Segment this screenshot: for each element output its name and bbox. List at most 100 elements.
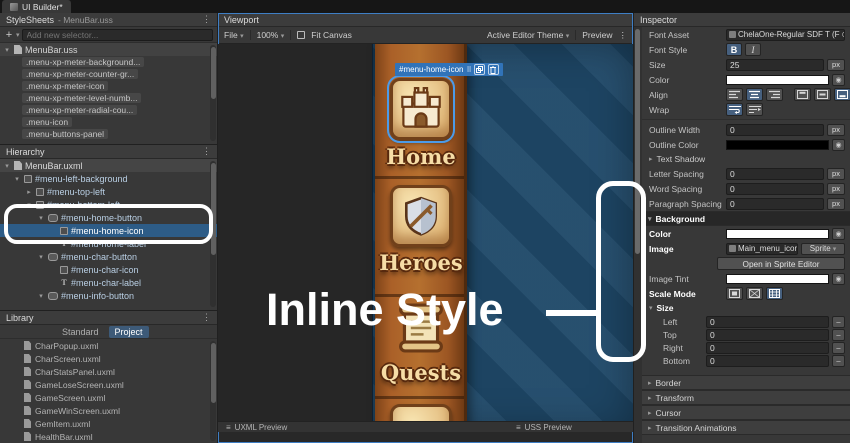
hierarchy-menu-icon[interactable]: ⋮ <box>202 146 211 157</box>
color-swatch[interactable] <box>726 75 829 85</box>
uxml-preview-bar[interactable]: ≡ UXML Preview <box>218 421 508 432</box>
expander-icon[interactable]: ▸ <box>25 188 33 196</box>
word-spacing-unit-dropdown[interactable]: px <box>827 183 845 195</box>
eyedropper-icon[interactable]: ◉ <box>832 273 845 285</box>
expander-icon[interactable]: ▾ <box>25 201 33 209</box>
outline-color-swatch[interactable] <box>726 140 829 150</box>
library-item[interactable]: CharScreen.uxml <box>0 352 217 365</box>
scrollbar-thumb[interactable] <box>211 47 216 99</box>
drag-handle-icon[interactable]: ⠿ <box>466 66 470 74</box>
image-type-dropdown[interactable]: Sprite ▾ <box>801 243 845 255</box>
background-image-field[interactable]: Main_menu_icor ⊙ <box>726 243 798 255</box>
home-label[interactable]: Home <box>375 144 467 169</box>
hierarchy-row-home-button[interactable]: ▾ #menu-home-button <box>0 211 217 224</box>
hierarchy-row[interactable]: ▾ #menu-bottom-left <box>0 198 217 211</box>
inspector-scrollbar[interactable] <box>634 27 642 443</box>
selection-overlay-header[interactable]: #menu-home-icon ⠿ <box>395 63 503 76</box>
transform-section-header[interactable]: ▸ Transform <box>642 390 850 405</box>
hierarchy-row[interactable]: #menu-char-icon <box>0 263 217 276</box>
delete-icon[interactable] <box>488 64 499 75</box>
scale-mode-fit-button[interactable] <box>746 287 763 300</box>
size-unit-dropdown[interactable]: px <box>827 59 845 71</box>
game-canvas[interactable]: #menu-home-icon ⠿ <box>372 44 633 432</box>
transition-animations-section-header[interactable]: ▸ Transition Animations <box>642 420 850 435</box>
align-right-button[interactable] <box>766 88 783 101</box>
paragraph-spacing-unit-dropdown[interactable]: px <box>827 198 845 210</box>
uss-root-row[interactable]: ▾ MenuBar.uss <box>0 43 217 56</box>
text-shadow-foldout[interactable]: ▸ Text Shadow <box>642 152 850 166</box>
hierarchy-row[interactable]: T #menu-char-label <box>0 276 217 289</box>
italic-button[interactable]: I <box>745 43 761 56</box>
library-item[interactable]: CharStatsPanel.uxml <box>0 365 217 378</box>
hierarchy-scrollbar[interactable] <box>210 161 216 307</box>
uss-selector-row[interactable]: .menu-buttons-panel <box>0 128 217 140</box>
scrollbar-thumb[interactable] <box>635 29 640 254</box>
preview-toggle[interactable]: Preview <box>582 30 612 40</box>
uss-preview-bar[interactable]: ≡ USS Preview <box>508 421 633 432</box>
outline-width-input[interactable] <box>726 124 824 136</box>
theme-dropdown[interactable]: Active Editor Theme ▾ <box>487 30 569 40</box>
cursor-section-header[interactable]: ▸ Cursor <box>642 405 850 420</box>
library-item[interactable]: GameScreen.uxml <box>0 391 217 404</box>
word-spacing-input[interactable] <box>726 183 824 195</box>
bold-button[interactable]: B <box>726 43 742 56</box>
uss-selector-row[interactable]: .menu-xp-meter-level-numb... <box>0 92 217 104</box>
fit-canvas-button[interactable]: Fit Canvas <box>311 30 352 40</box>
letter-spacing-input[interactable] <box>726 168 824 180</box>
hierarchy-root-row[interactable]: ▾ MenuBar.uxml <box>0 159 217 172</box>
open-sprite-editor-button[interactable]: Open in Sprite Editor <box>717 257 845 270</box>
expander-icon[interactable]: ▾ <box>13 175 21 183</box>
slice-right-input[interactable] <box>706 342 829 354</box>
hierarchy-row[interactable]: T #menu-home-label <box>0 237 217 250</box>
align-middle-button[interactable] <box>814 88 831 101</box>
library-scrollbar[interactable] <box>210 341 216 441</box>
heroes-button[interactable] <box>390 185 452 247</box>
align-center-button[interactable] <box>746 88 763 101</box>
paragraph-spacing-input[interactable] <box>726 198 824 210</box>
library-item[interactable]: GemItem.uxml <box>0 417 217 430</box>
slice-size-foldout[interactable]: ▾ Size <box>642 301 850 315</box>
font-asset-field[interactable]: ChelaOne-Regular SDF T (F ⊙ <box>726 29 845 41</box>
add-selector-button[interactable]: + <box>4 29 14 41</box>
tab-standard[interactable]: Standard <box>56 326 105 338</box>
uss-selector-row[interactable]: .menu-icon <box>0 116 217 128</box>
expander-icon[interactable]: ▾ <box>3 162 11 170</box>
unit-dropdown-icon[interactable]: – <box>832 329 845 341</box>
expander-icon[interactable]: ▾ <box>37 292 45 300</box>
quests-button[interactable] <box>393 300 449 361</box>
file-menu[interactable]: File ▾ <box>224 30 244 40</box>
hierarchy-row[interactable]: ▾ #menu-left-background <box>0 172 217 185</box>
hierarchy-row[interactable]: ▾ #menu-char-button <box>0 250 217 263</box>
expander-icon[interactable]: ▾ <box>37 253 45 261</box>
uss-selector-row[interactable]: .menu-xp-meter-background... <box>0 56 217 68</box>
scale-mode-slice-button[interactable] <box>766 287 783 300</box>
add-selector-input[interactable] <box>22 29 213 41</box>
background-color-swatch[interactable] <box>726 229 829 239</box>
uss-selector-row[interactable]: .menu-xp-meter-counter-gr... <box>0 68 217 80</box>
heroes-label[interactable]: Heroes <box>375 250 467 275</box>
uss-selector-row[interactable]: .menu-xp-meter-radial-cou... <box>0 104 217 116</box>
zoom-dropdown[interactable]: 100% ▾ <box>257 30 285 40</box>
uss-selector-row[interactable]: .menu-xp-meter-icon <box>0 80 217 92</box>
object-picker-icon[interactable]: ⊙ <box>842 30 845 39</box>
hierarchy-row[interactable]: ▾ #menu-info-button <box>0 289 217 302</box>
outline-width-unit-dropdown[interactable]: px <box>827 124 845 136</box>
slice-bottom-input[interactable] <box>706 355 829 367</box>
scrollbar-thumb[interactable] <box>211 343 216 403</box>
align-bottom-button[interactable] <box>834 88 850 101</box>
library-item[interactable]: CharPopup.uxml <box>0 339 217 352</box>
home-icon-element[interactable] <box>390 78 452 140</box>
border-section-header[interactable]: ▸ Border <box>642 375 850 390</box>
wrap-off-button[interactable] <box>746 103 763 116</box>
ui-builder-window-tab[interactable]: UI Builder* <box>2 0 71 13</box>
wrap-on-button[interactable] <box>726 103 743 116</box>
quests-label[interactable]: Quests <box>375 360 467 385</box>
unit-dropdown-icon[interactable]: – <box>832 355 845 367</box>
slice-top-input[interactable] <box>706 329 829 341</box>
unit-dropdown-icon[interactable]: – <box>832 316 845 328</box>
size-input[interactable] <box>726 59 824 71</box>
align-top-button[interactable] <box>794 88 811 101</box>
stylesheets-menu-icon[interactable]: ⋮ <box>202 14 211 25</box>
slice-left-input[interactable] <box>706 316 829 328</box>
library-menu-icon[interactable]: ⋮ <box>202 312 211 323</box>
